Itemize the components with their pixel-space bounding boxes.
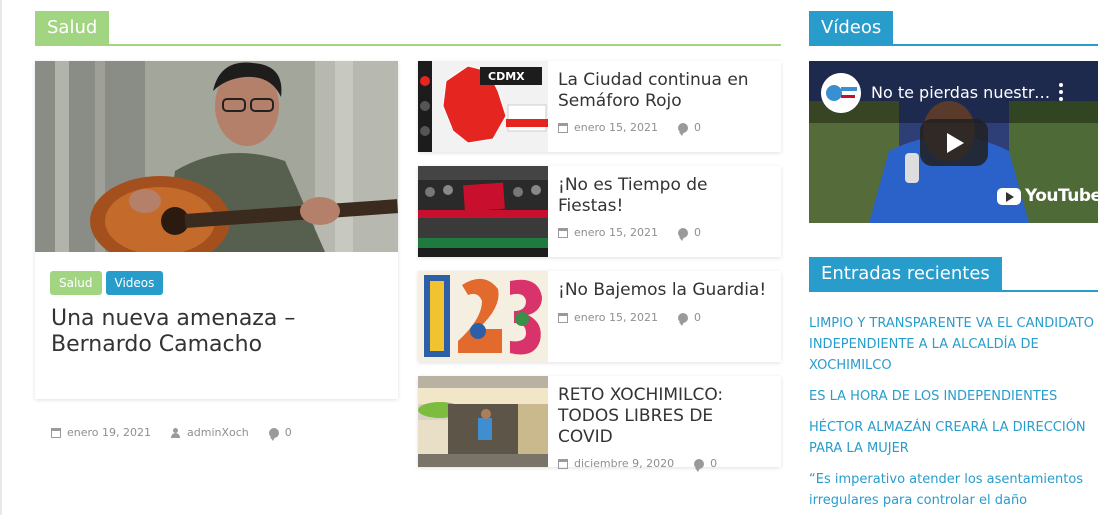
post-meta: enero 15, 2021 0 xyxy=(558,121,701,136)
play-button[interactable] xyxy=(920,119,988,166)
post-card[interactable]: CDMX La Ciudad continua en Semáforo Rojo… xyxy=(418,61,781,152)
comment-icon xyxy=(678,312,688,326)
post-comments-count[interactable]: 0 xyxy=(694,121,701,134)
post-meta: diciembre 9, 2020 0 xyxy=(558,457,717,472)
video-title[interactable]: No te pierdas nuestro programa xyxy=(871,83,1051,102)
calendar-icon xyxy=(558,458,568,469)
user-icon xyxy=(171,427,181,438)
fiestas-image xyxy=(418,166,548,257)
post-comments-count[interactable]: 0 xyxy=(694,311,701,324)
post-thumbnail[interactable]: CDMX xyxy=(418,61,548,152)
youtube-video-embed[interactable]: No te pierdas nuestro programa YouTube xyxy=(809,61,1098,223)
post-meta: enero 15, 2021 0 xyxy=(558,226,701,241)
comment-icon xyxy=(678,227,688,241)
salud-section-header: Salud xyxy=(35,11,781,46)
semaforo-rojo-image: CDMX xyxy=(418,61,548,152)
post-thumbnail[interactable] xyxy=(418,166,548,257)
comment-icon xyxy=(268,427,279,441)
recent-entry-link[interactable]: LIMPIO Y TRANSPARENTE VA EL CANDIDATO IN… xyxy=(809,313,1104,376)
post-date[interactable]: diciembre 9, 2020 xyxy=(574,457,674,470)
post-meta: enero 15, 2021 0 xyxy=(558,311,701,326)
post-date[interactable]: enero 15, 2021 xyxy=(574,311,658,324)
post-title[interactable]: RETO XOCHIMILCO: TODOS LIBRES DE COVID xyxy=(558,385,768,448)
post-title[interactable]: ¡No Bajemos la Guardia! xyxy=(558,280,768,301)
recent-entry-link[interactable]: HÉCTOR ALMAZÁN CREARÁ LA DIRECCIÓN PARA … xyxy=(809,417,1104,459)
tortilleria-image xyxy=(418,376,548,467)
post-card[interactable]: RETO XOCHIMILCO: TODOS LIBRES DE COVID d… xyxy=(418,376,781,472)
calendar-icon xyxy=(558,227,568,238)
post-comments-count[interactable]: 0 xyxy=(694,226,701,239)
more-options-icon[interactable] xyxy=(1059,83,1063,101)
videos-section-title: Vídeos xyxy=(809,11,894,44)
comment-icon xyxy=(694,458,705,472)
recent-entries-header: Entradas recientes xyxy=(809,257,1098,292)
calendar-icon xyxy=(51,427,61,438)
post-date[interactable]: enero 19, 2021 xyxy=(67,426,151,439)
featured-post[interactable]: Salud Videos Una nueva amenaza – Bernard… xyxy=(35,61,398,441)
recent-entry-link[interactable]: ES LA HORA DE LOS INDEPENDIENTES xyxy=(809,386,1104,407)
featured-post-thumbnail[interactable] xyxy=(35,61,398,252)
post-comments-count[interactable]: 0 xyxy=(285,426,292,439)
post-thumbnail[interactable] xyxy=(418,271,548,362)
category-badge-videos[interactable]: Videos xyxy=(105,271,164,295)
calendar-icon xyxy=(558,122,568,133)
page-left-border xyxy=(0,0,2,515)
featured-categories: Salud Videos xyxy=(50,271,164,295)
thumb-cdmx-label: CDMX xyxy=(488,70,525,83)
videos-section-header: Vídeos xyxy=(809,11,1098,46)
post-card[interactable]: ¡No Bajemos la Guardia! enero 15, 2021 0 xyxy=(418,271,781,362)
featured-post-title[interactable]: Una nueva amenaza – Bernardo Camacho xyxy=(51,306,391,358)
post-date[interactable]: enero 15, 2021 xyxy=(574,226,658,239)
salud-section-title[interactable]: Salud xyxy=(35,11,110,44)
guitar-player-image xyxy=(35,61,398,252)
recent-entries-list: LIMPIO Y TRANSPARENTE VA EL CANDIDATO IN… xyxy=(809,313,1104,515)
no-bajemos-guardia-image xyxy=(418,271,548,362)
youtube-icon xyxy=(997,187,1021,205)
youtube-wordmark: YouTube xyxy=(1025,186,1098,206)
post-title[interactable]: ¡No es Tiempo de Fiestas! xyxy=(558,175,768,217)
mundo-xochimilco-logo-icon xyxy=(821,73,861,113)
youtube-logo[interactable]: YouTube xyxy=(997,186,1098,206)
comment-icon xyxy=(678,122,688,136)
channel-avatar[interactable] xyxy=(821,73,861,113)
post-title[interactable]: La Ciudad continua en Semáforo Rojo xyxy=(558,70,768,112)
recent-entries-title: Entradas recientes xyxy=(809,257,1002,290)
post-thumbnail[interactable] xyxy=(418,376,548,467)
post-card[interactable]: ¡No es Tiempo de Fiestas! enero 15, 2021… xyxy=(418,166,781,257)
category-badge-salud[interactable]: Salud xyxy=(50,271,102,295)
recent-entry-link[interactable]: “Es imperativo atender los asentamientos… xyxy=(809,469,1104,511)
post-date[interactable]: enero 15, 2021 xyxy=(574,121,658,134)
post-comments-count[interactable]: 0 xyxy=(710,457,717,470)
calendar-icon xyxy=(558,312,568,323)
featured-post-meta: enero 19, 2021 adminXoch 0 xyxy=(51,426,292,441)
post-author[interactable]: adminXoch xyxy=(187,426,249,439)
